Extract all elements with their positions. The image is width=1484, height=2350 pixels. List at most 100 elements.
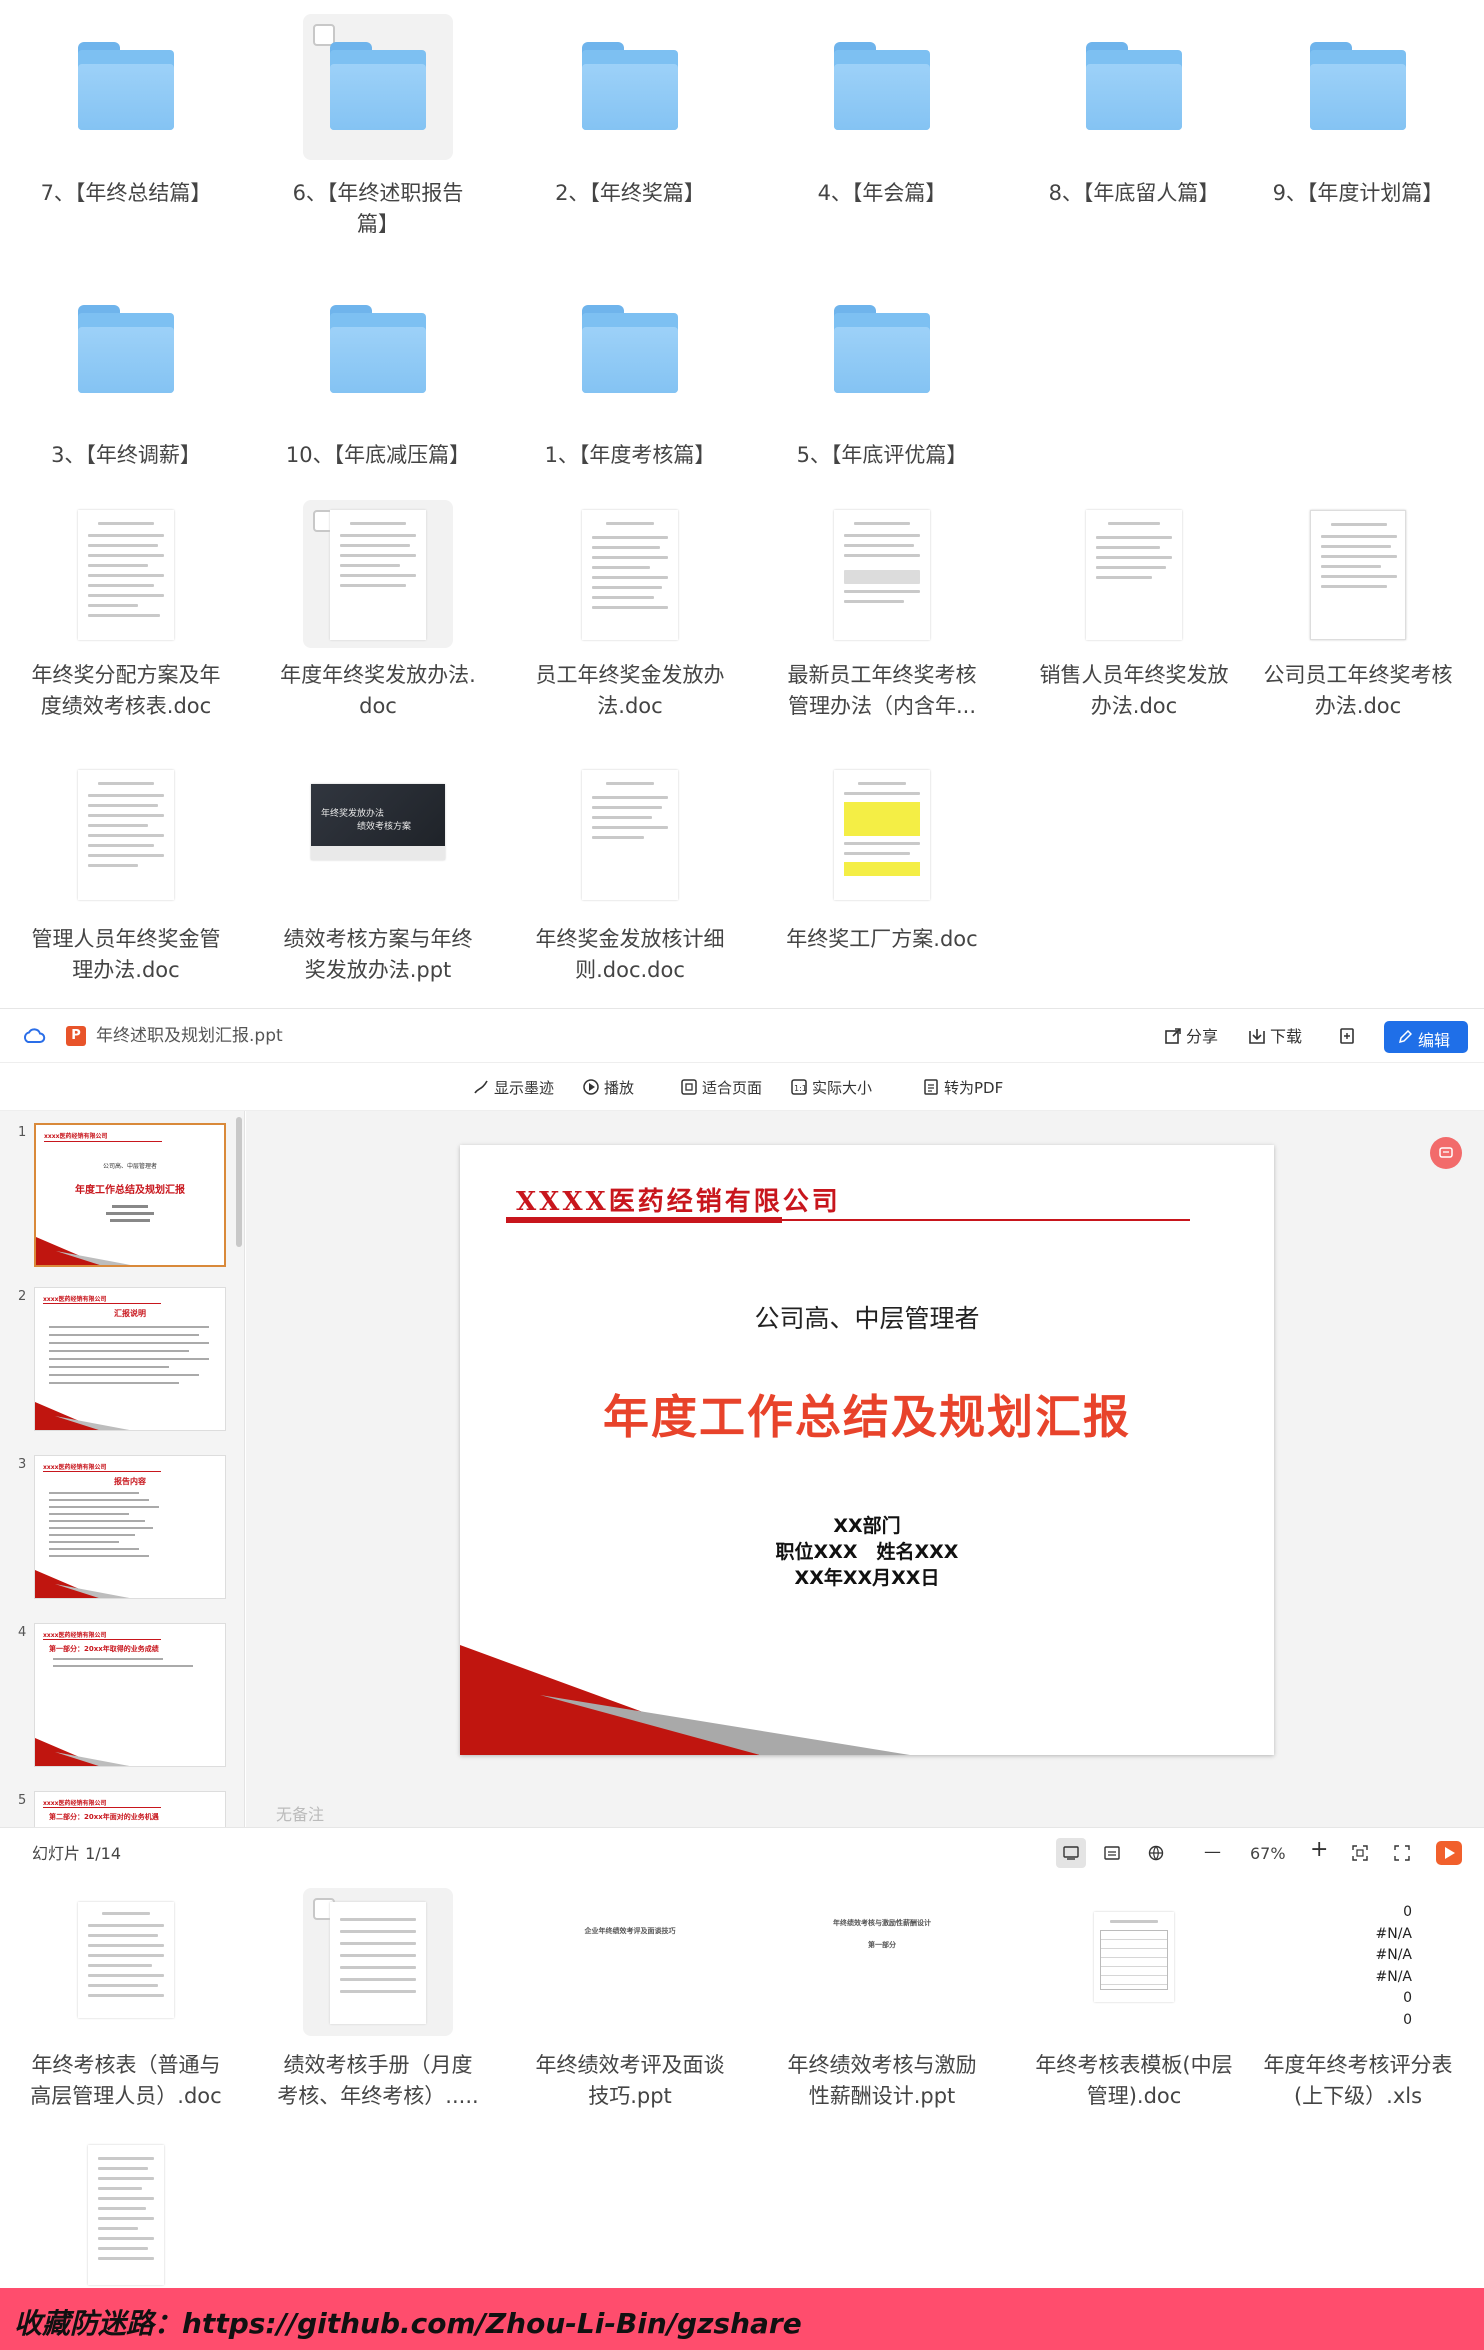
folder-item[interactable]: 8、【年底留人篇】 [1008,0,1260,250]
thumb-company: xxxx医药经销有限公司 [43,1800,107,1807]
file-label: 绩效考核手册（月度 考核、年终考核）..... [277,2053,479,2108]
file-label: 年终奖分配方案及年 度绩效考核表.doc [31,663,221,718]
file-item[interactable]: 年终考核表（普通与 高层管理人员）.doc [0,1880,252,2120]
notes-placeholder[interactable]: 无备注 [276,1801,324,1825]
file-item[interactable]: 年终奖分配方案及年 度绩效考核表.doc [0,500,252,740]
file-item[interactable] [0,2135,252,2285]
folder-item[interactable]: 6、【年终述职报告 篇】 [252,0,504,250]
file-label: 公司员工年终奖考核 办法.doc [1263,663,1453,718]
file-item[interactable]: 0 #N/A #N/A #N/A 0 0 年度年终考核评分表 (上下级）.xls [1232,1880,1484,2120]
document-thumbnail [834,510,930,640]
thumb-title: 汇报说明 [114,1309,146,1318]
download-button[interactable]: 下载 [1270,1027,1302,1047]
share-button[interactable]: 分享 [1186,1027,1218,1047]
thumb-title: 年度工作总结及规划汇报 [75,1185,185,1196]
folder-label: 9、【年度计划篇】 [1272,181,1444,205]
document-thumbnail [1310,510,1406,640]
folder-item[interactable]: 1、【年度考核篇】 [504,260,756,490]
zoom-in-button[interactable]: + [1310,1839,1328,1861]
slide-stage: XXXX医药经销有限公司 公司高、中层管理者 年度工作总结及规划汇报 XX部门 … [246,1111,1484,1827]
slide-number: 4 [18,1625,27,1640]
thumb-company: xxxx医药经销有限公司 [44,1133,108,1140]
slide-thumbnail-1[interactable]: xxxx医药经销有限公司 公司高、中层管理者 年度工作总结及规划汇报 [34,1123,226,1267]
folder-item[interactable]: 10、【年底减压篇】 [252,260,504,490]
folder-item[interactable]: 5、【年底评优篇】 [756,260,1008,490]
document-thumbnail [88,2145,164,2285]
file-item[interactable]: 最新员工年终奖考核 管理办法（内含年... [756,500,1008,740]
folder-label: 8、【年底留人篇】 [1048,181,1220,205]
file-item[interactable]: 销售人员年终奖发放 办法.doc [1008,500,1260,740]
document-thumbnail [582,510,678,640]
ppt-title: 年终奖发放办法 [321,809,385,819]
zoom-out-button[interactable]: — [1204,1842,1221,1862]
current-slide[interactable]: XXXX医药经销有限公司 公司高、中层管理者 年度工作总结及规划汇报 XX部门 … [460,1145,1274,1755]
fit-page-icon[interactable] [680,1078,698,1096]
pencil-icon [1398,1030,1412,1044]
notes-view-icon[interactable] [1104,1845,1120,1861]
cloud-icon[interactable] [22,1026,46,1046]
viewer-header: P 年终述职及规划汇报.ppt 分享 下载 编辑 [0,1009,1484,1063]
banner-text[interactable]: 收藏防迷路：https://github.com/Zhou-Li-Bin/gzs… [14,2302,802,2342]
folder-item[interactable]: 3、【年终调薪】 [0,260,252,490]
file-item[interactable]: 管理人员年终奖金管 理办法.doc [0,760,252,1000]
slide-title: 年度工作总结及规划汇报 [603,1390,1131,1444]
play-icon [1445,1847,1455,1859]
actual-size-button[interactable]: 实际大小 [812,1078,872,1098]
file-item[interactable]: 年度年终奖发放办法. doc [252,500,504,740]
folder-item[interactable]: 7、【年终总结篇】 [0,0,252,250]
file-item[interactable]: 公司员工年终奖考核 办法.doc [1232,500,1484,740]
file-item[interactable]: 年终考核表模板(中层 管理).doc [1008,1880,1260,2120]
play-icon[interactable] [582,1078,600,1096]
folder-item[interactable]: 9、【年度计划篇】 [1232,0,1484,250]
xls-cell: #N/A [1375,1968,1413,1985]
slide-thumbnail-4[interactable]: xxxx医药经销有限公司 第一部分：20xx年取得的业务成绩 [34,1623,226,1767]
file-item[interactable]: 企业年终绩效考评及面谈技巧 年终绩效考评及面谈 技巧.ppt [504,1880,756,2120]
document-thumbnail [78,510,174,640]
folder-label: 4、【年会篇】 [817,181,947,205]
folder-grid-row1: 7、【年终总结篇】 6、【年终述职报告 篇】 2、【年终奖篇】 4、【年会篇】 … [0,0,1484,250]
file-label: 年度年终奖发放办法. doc [280,663,476,718]
globe-icon[interactable] [1148,1845,1164,1861]
file-item[interactable]: 年终奖金发放核计细 则.doc.doc [504,760,756,1000]
file-item[interactable]: 年终奖发放办法 绩效考核方案 绩效考核方案与年终 奖发放办法.ppt [252,760,504,1000]
normal-view-button[interactable] [1056,1838,1086,1868]
file-label: 最新员工年终奖考核 管理办法（内含年... [787,663,977,718]
file-label: 管理人员年终奖金管 理办法.doc [31,927,221,982]
folder-icon [1086,42,1182,130]
share-icon[interactable] [1164,1027,1182,1045]
convert-pdf-button[interactable]: 转为PDF [944,1078,1003,1098]
comment-button[interactable] [1430,1137,1462,1169]
edit-label: 编辑 [1418,1031,1451,1050]
document-thumbnail [834,770,930,900]
slide-thumbnail-3[interactable]: xxxx医药经销有限公司 报告内容 [34,1455,226,1599]
download-icon[interactable] [1248,1027,1266,1045]
panel-scrollbar[interactable] [236,1117,242,1247]
file-item[interactable]: 年终奖工厂方案.doc [756,760,1008,1000]
comment-icon [1439,1147,1453,1158]
actual-size-icon[interactable]: 1:1 [790,1078,808,1096]
thumb-company: xxxx医药经销有限公司 [43,1296,107,1303]
slide-thumbnail-2[interactable]: xxxx医药经销有限公司 汇报说明 [34,1287,226,1431]
pdf-icon[interactable] [922,1078,940,1096]
fullscreen-icon[interactable] [1394,1845,1410,1861]
folder-item[interactable]: 2、【年终奖篇】 [504,0,756,250]
folder-icon [330,42,426,130]
file-item[interactable]: 绩效考核手册（月度 考核、年终考核）..... [252,1880,504,2120]
file-item[interactable]: 员工年终奖金发放办 法.doc [504,500,756,740]
file-grid-row2: 管理人员年终奖金管 理办法.doc 年终奖发放办法 绩效考核方案 绩效考核方案与… [0,760,1484,1000]
folder-label: 1、【年度考核篇】 [544,443,716,467]
slide-date: XX年XX月XX日 [794,1567,940,1589]
edit-button[interactable]: 编辑 [1384,1021,1468,1053]
fit-page-button[interactable]: 适合页面 [702,1078,762,1098]
ink-icon[interactable] [472,1078,490,1096]
folder-item[interactable]: 4、【年会篇】 [756,0,1008,250]
slideshow-button[interactable] [1436,1841,1462,1865]
show-ink-button[interactable]: 显示墨迹 [494,1078,554,1098]
slide-thumbnail-5[interactable]: xxxx医药经销有限公司 第二部分：20xx年面对的业务机遇 [34,1791,226,1827]
play-button[interactable]: 播放 [604,1078,634,1098]
title-underline-thick [506,1217,782,1223]
fit-window-icon[interactable] [1352,1845,1368,1861]
title-underline-thin [782,1219,1190,1221]
window-icon[interactable] [1338,1027,1356,1045]
file-item[interactable]: 年终绩效考核与激励性薪酬设计 第一部分 年终绩效考核与激励 性薪酬设计.ppt [756,1880,1008,2120]
